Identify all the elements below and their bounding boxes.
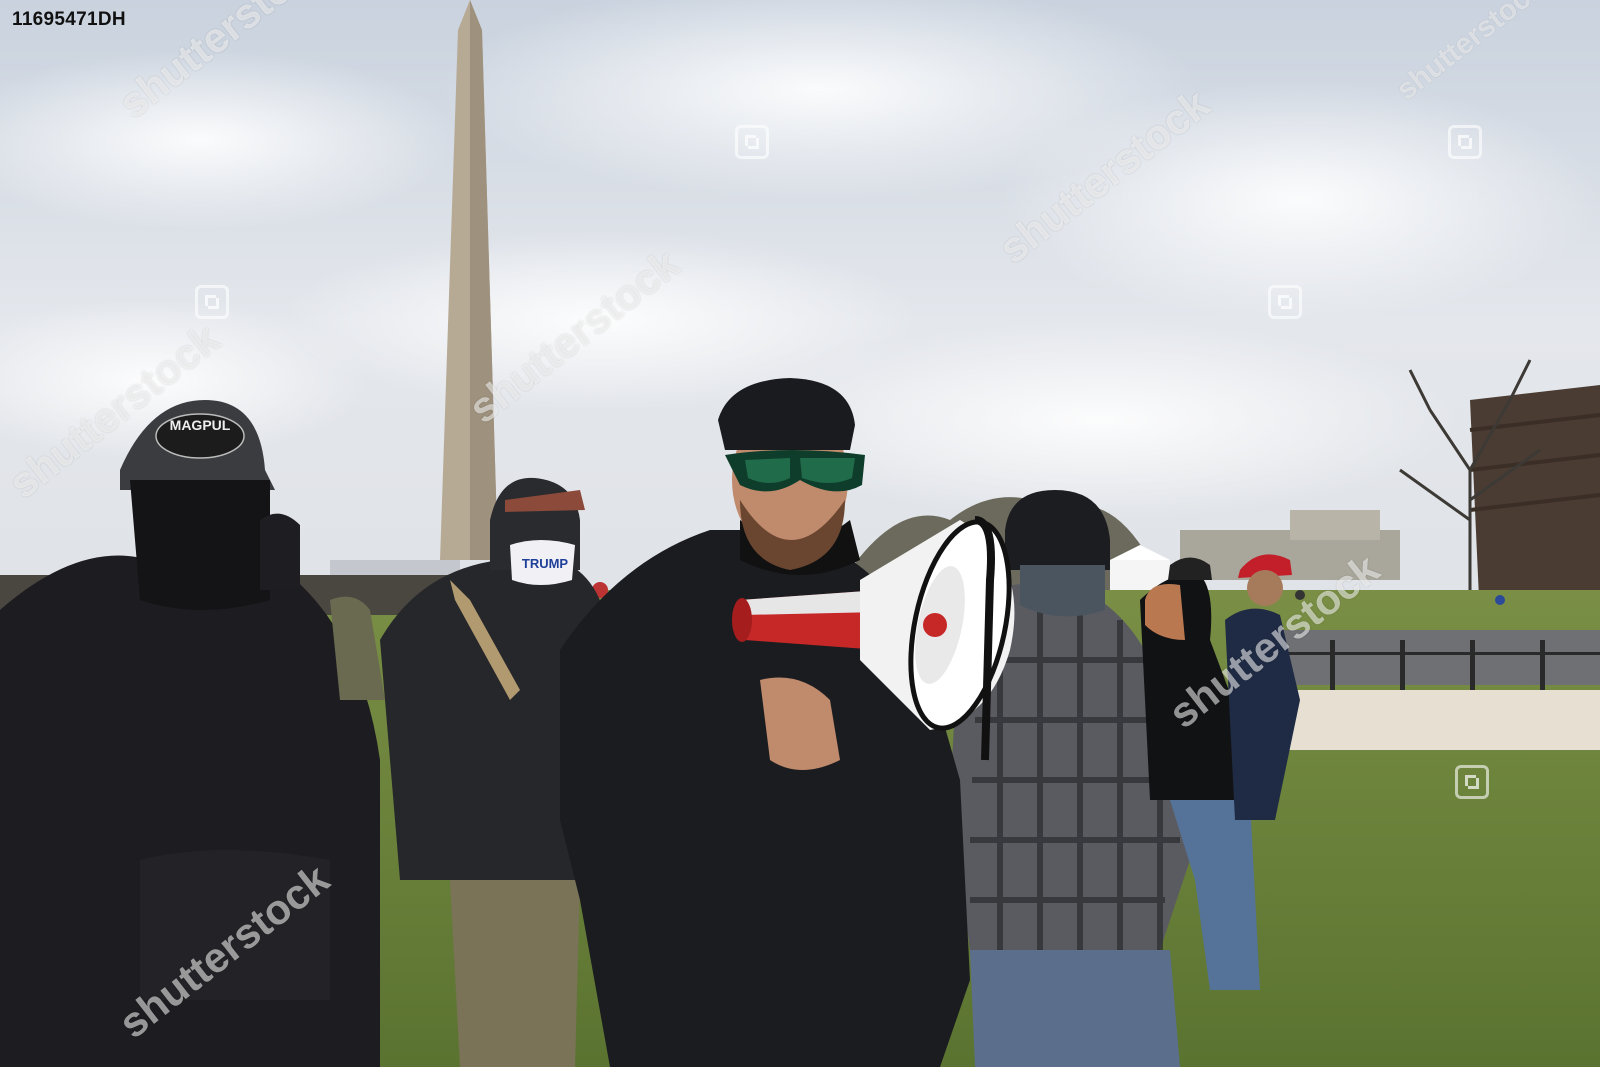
photo-scene: MAGPUL TRUMP xyxy=(0,0,1600,1067)
walkway xyxy=(1270,690,1600,750)
watermark-icon xyxy=(1455,765,1489,799)
cap-logo-text: MAGPUL xyxy=(170,417,231,433)
watermark-icon xyxy=(1448,125,1482,159)
watermark-icon xyxy=(195,285,229,319)
mask-text: TRUMP xyxy=(522,556,569,571)
image-id-label: 11695471DH xyxy=(12,9,126,30)
watermark-icon xyxy=(735,125,769,159)
road xyxy=(1270,630,1600,685)
museum-building xyxy=(1469,385,1600,620)
watermark-icon xyxy=(1268,285,1302,319)
